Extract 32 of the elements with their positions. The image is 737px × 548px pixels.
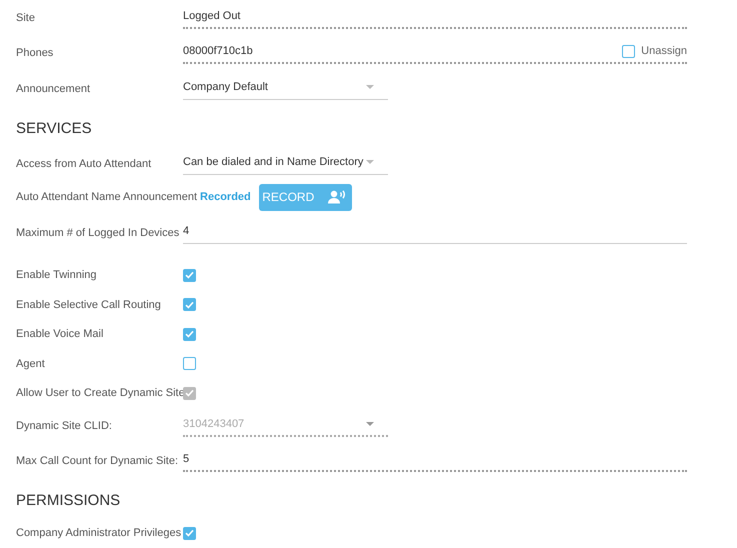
input-field[interactable]: 4 (183, 222, 687, 244)
field-label: Enable Voice Mail (16, 328, 104, 340)
field-label: Enable Selective Call Routing (16, 298, 162, 311)
field-label: Access from Auto Attendant (16, 158, 152, 170)
checkbox[interactable] (183, 357, 196, 370)
checkbox[interactable] (183, 268, 196, 282)
field-label: Agent (16, 358, 46, 370)
dropdown-arrow-icon (366, 422, 374, 426)
dropdown-arrow-icon (366, 85, 374, 90)
checkbox[interactable] (622, 44, 636, 58)
checkbox[interactable] (183, 526, 196, 540)
field-label: Auto Attendant Name Announcement (16, 191, 198, 204)
dropdown-arrow-icon (366, 160, 374, 164)
field-label: Company Administrator Privileges (16, 527, 182, 540)
field-label: Announcement (16, 82, 91, 95)
dropdown[interactable]: Can be dialed and in Name Directory (183, 152, 388, 175)
input-field[interactable]: 08000f710c1b Unassign (183, 42, 687, 64)
section-heading: PERMISSIONS (16, 492, 120, 510)
checkbox[interactable] (183, 328, 196, 341)
field-label: Dynamic Site CLID: (16, 420, 113, 432)
checkbox[interactable] (183, 298, 196, 312)
field-label: Site (16, 12, 36, 24)
input-field[interactable]: 5 (183, 450, 687, 472)
status-text: Recorded (200, 191, 251, 204)
field-label: Enable Twinning (16, 269, 98, 282)
section-heading: SERVICES (16, 120, 92, 137)
field-label: Phones (16, 47, 54, 60)
checkbox-label: Unassign (641, 45, 687, 58)
dropdown[interactable]: Company Default (183, 78, 388, 100)
input-field[interactable]: Logged Out (183, 6, 687, 29)
field-label: Max Call Count for Dynamic Site: (16, 455, 179, 468)
field-label: Maximum # of Logged In Devices (16, 226, 180, 239)
